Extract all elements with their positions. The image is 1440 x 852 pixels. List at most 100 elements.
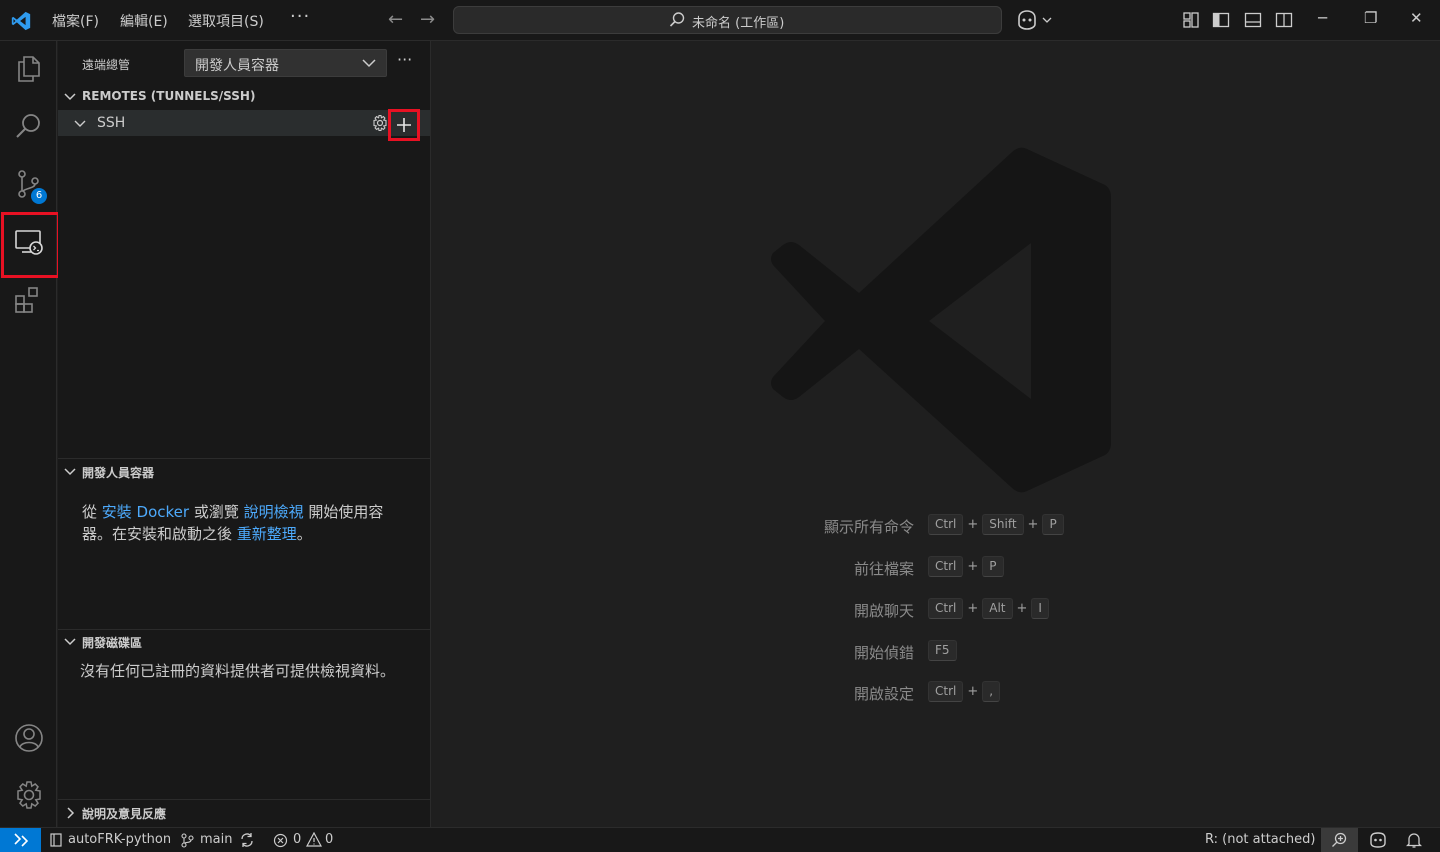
vscode-logo-icon [11,11,31,31]
devcontainers-section-title: 開發人員容器 [82,466,155,480]
shortcut-row: 開啟設定 Ctrl +, [432,681,1440,705]
toggle-panel-icon[interactable] [1244,11,1262,29]
key-cap: P [1042,514,1064,535]
notifications-bell-icon[interactable] [1406,831,1422,849]
sidebar-more-button[interactable]: ··· [397,50,412,69]
shortcut-label: 前往檔案 [853,560,914,578]
repo-icon [50,833,62,847]
error-icon [273,833,288,848]
customize-layout-icon[interactable] [1182,11,1200,29]
devcontainers-welcome-message: 從 安裝 Docker 或瀏覽 說明檢視 開始使用容器。在安裝和啟動之後 重新整… [82,501,402,545]
shortcut-row: 開始偵錯 F5 [432,640,1440,664]
shortcut-label: 顯示所有命令 [823,518,914,536]
key-separator: + [1027,517,1039,532]
remotes-section-header[interactable]: REMOTES (TUNNELS/SSH) [58,85,430,109]
devcontainers-section-header[interactable]: 開發人員容器 [58,460,430,484]
menu-file[interactable]: 檔案(F) [52,11,99,31]
vscode-watermark-logo [771,147,1111,493]
volumes-empty-message: 沒有任何已註冊的資料提供者可提供檢視資料。 [80,662,396,680]
command-center[interactable]: 未命名 (工作區) [453,6,1002,34]
volumes-section-title: 開發磁碟區 [82,636,143,650]
remote-type-dropdown[interactable]: 開發人員容器 [184,49,387,77]
remotes-section-title: REMOTES (TUNNELS/SSH) [82,89,256,103]
warning-count[interactable]: 0 [325,832,333,847]
explorer-icon[interactable] [13,53,45,85]
chevron-down-icon [64,638,76,646]
ssh-tree-item[interactable]: SSH [58,110,430,136]
toggle-secondary-sidebar-icon[interactable] [1275,11,1293,29]
key-cap: Shift [982,514,1024,535]
chevron-right-icon [67,807,75,819]
key-cap: F5 [928,640,957,661]
help-section-title: 說明及意見反應 [82,807,167,821]
zoom-button[interactable] [1321,828,1358,852]
keybinding: Ctrl + Alt + I [928,598,1049,619]
shortcut-label: 開啟設定 [853,685,914,703]
branch-icon [181,833,194,848]
minimize-button[interactable]: ─ [1318,9,1327,27]
warning-icon [306,832,322,847]
message-text: 。 [296,525,312,543]
keybinding: Ctrl + P [928,556,1004,577]
key-cap: , [982,681,1001,702]
shortcut-row: 開啟聊天 Ctrl + Alt + I [432,598,1440,622]
key-cap: I [1031,598,1049,619]
shortcut-row: 顯示所有命令 Ctrl + Shift + P [432,514,1440,538]
command-center-label: 未命名 (工作區) [692,16,785,31]
plus-icon [397,118,411,132]
forward-button[interactable]: → [420,9,435,30]
chevron-down-icon [64,93,76,101]
remote-explorer-highlight [1,212,60,278]
menu-more-button[interactable]: ··· [290,6,310,27]
search-icon[interactable] [13,110,45,142]
toggle-primary-sidebar-icon[interactable] [1212,11,1230,29]
restore-button[interactable]: ❐ [1364,9,1377,27]
section-divider [58,458,430,459]
error-count[interactable]: 0 [293,832,301,847]
remote-icon [14,833,29,847]
remote-indicator-button[interactable] [0,828,41,852]
chevron-down-icon [64,468,76,476]
menu-edit[interactable]: 編輯(E) [120,11,168,31]
sidebar-title: 遠端總管 [82,58,131,72]
message-text: 從 [82,503,102,521]
close-button[interactable]: ✕ [1410,9,1423,27]
ssh-label: SSH [97,115,126,131]
status-bar: autoFRK-python main 0 0 R: (not attached… [0,827,1440,852]
help-view-link[interactable]: 說明檢視 [244,503,304,521]
add-ssh-host-button[interactable] [388,109,420,141]
key-cap: Ctrl [928,598,964,619]
refresh-link[interactable]: 重新整理 [237,525,297,543]
volumes-section-header[interactable]: 開發磁碟區 [58,630,430,654]
r-status[interactable]: R: (not attached) [1205,832,1315,847]
ssh-settings-icon[interactable] [371,114,389,132]
help-section-header[interactable]: 說明及意見反應 [58,801,430,825]
title-bar: 檔案(F) 編輯(E) 選取項目(S) ··· ← → 未命名 (工作區) ─ … [0,0,1440,41]
keybinding: Ctrl + Shift + P [928,514,1064,535]
copilot-icon[interactable] [1016,9,1054,31]
install-docker-link[interactable]: 安裝 Docker [102,503,189,521]
editor-area: 顯示所有命令 Ctrl + Shift + P 前往檔案 Ctrl + P 開啟聊天 Ctrl + Alt… [432,41,1440,827]
activity-bar: 6 [0,41,57,827]
menu-selection[interactable]: 選取項目(S) [188,11,264,31]
shortcut-row: 前往檔案 Ctrl + P [432,556,1440,580]
branch-name[interactable]: main [200,832,232,847]
section-divider [58,799,430,800]
key-separator: + [967,601,979,616]
keybinding: Ctrl +, [928,681,1001,702]
remote-explorer-sidebar: 遠端總管 開發人員容器 ··· REMOTES (TUNNELS/SSH) SS… [58,41,431,827]
extensions-icon[interactable] [13,284,45,316]
chevron-down-icon [74,120,86,127]
account-icon[interactable] [13,722,45,754]
sync-icon[interactable] [239,832,255,848]
key-separator: + [1016,601,1028,616]
manage-gear-icon[interactable] [13,779,45,811]
key-separator: + [967,684,979,699]
key-cap: Ctrl [928,681,964,702]
shortcut-label: 開啟聊天 [853,602,914,620]
key-separator: + [967,559,979,574]
back-button[interactable]: ← [388,9,403,30]
repo-name[interactable]: autoFRK-python [68,832,171,847]
copilot-status-icon[interactable] [1369,831,1387,849]
key-cap: Ctrl [928,514,964,535]
